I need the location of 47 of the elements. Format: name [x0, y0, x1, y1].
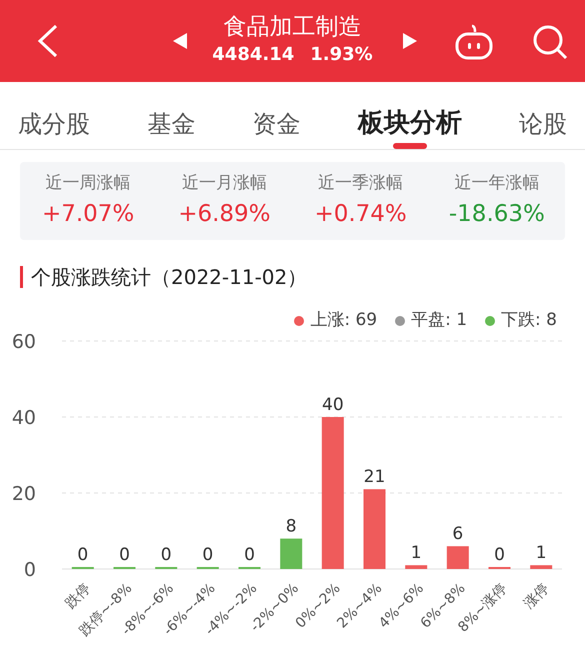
- data-label: 6: [452, 524, 464, 544]
- tab[interactable]: 成分股: [18, 98, 90, 149]
- data-label: 0: [202, 544, 214, 564]
- robot-icon[interactable]: [455, 24, 493, 60]
- index-change: 1.93%: [310, 43, 373, 68]
- data-label: 0: [494, 544, 505, 564]
- data-label: 21: [364, 466, 386, 487]
- y-tick-label: 20: [12, 482, 36, 504]
- tab[interactable]: 资金: [252, 98, 300, 149]
- x-axis-label: 涨停: [520, 580, 552, 612]
- stat-label: 近一周涨幅: [46, 172, 131, 195]
- stat-label: 近一月涨幅: [182, 172, 267, 195]
- data-label: 0: [244, 544, 255, 564]
- section-title: 个股涨跌统计（2022-11-02）: [31, 264, 308, 291]
- stat-value: +0.74%: [314, 200, 407, 228]
- bar: [280, 538, 302, 568]
- tab[interactable]: 基金: [147, 98, 196, 149]
- legend-label: 平盘: 1: [411, 309, 468, 332]
- data-label: 40: [322, 394, 344, 414]
- header-title: 食品加工制造: [224, 14, 362, 42]
- y-tick-label: 40: [12, 406, 36, 428]
- x-axis-label: 跌停: [62, 580, 94, 612]
- data-label: 0: [160, 544, 172, 564]
- y-tick-label: 60: [12, 334, 36, 352]
- data-label: 0: [119, 544, 130, 564]
- data-label: 0: [77, 544, 88, 564]
- stat-label: 近一年涨幅: [454, 172, 540, 195]
- back-icon[interactable]: [36, 24, 60, 58]
- tab[interactable]: 论股: [519, 98, 567, 149]
- data-label: 1: [536, 542, 547, 563]
- legend-label: 下跌: 8: [501, 309, 557, 332]
- bar: [446, 546, 469, 568]
- stat-value: +6.89%: [178, 200, 271, 228]
- y-tick-label: 0: [24, 558, 36, 580]
- data-label: 1: [410, 542, 422, 563]
- stat-value: -18.63%: [448, 200, 545, 228]
- next-icon[interactable]: [403, 33, 417, 49]
- bar: [405, 564, 428, 568]
- stat-value: +7.07%: [42, 200, 134, 228]
- prev-icon[interactable]: [173, 33, 187, 49]
- tab[interactable]: 板块分析: [358, 96, 462, 149]
- stat-label: 近一季涨幅: [318, 172, 404, 195]
- index-value: 4484.14: [212, 43, 294, 68]
- search-icon[interactable]: [532, 24, 568, 60]
- bar: [530, 564, 552, 568]
- data-label: 8: [286, 516, 297, 536]
- legend-label: 上涨: 69: [310, 309, 378, 332]
